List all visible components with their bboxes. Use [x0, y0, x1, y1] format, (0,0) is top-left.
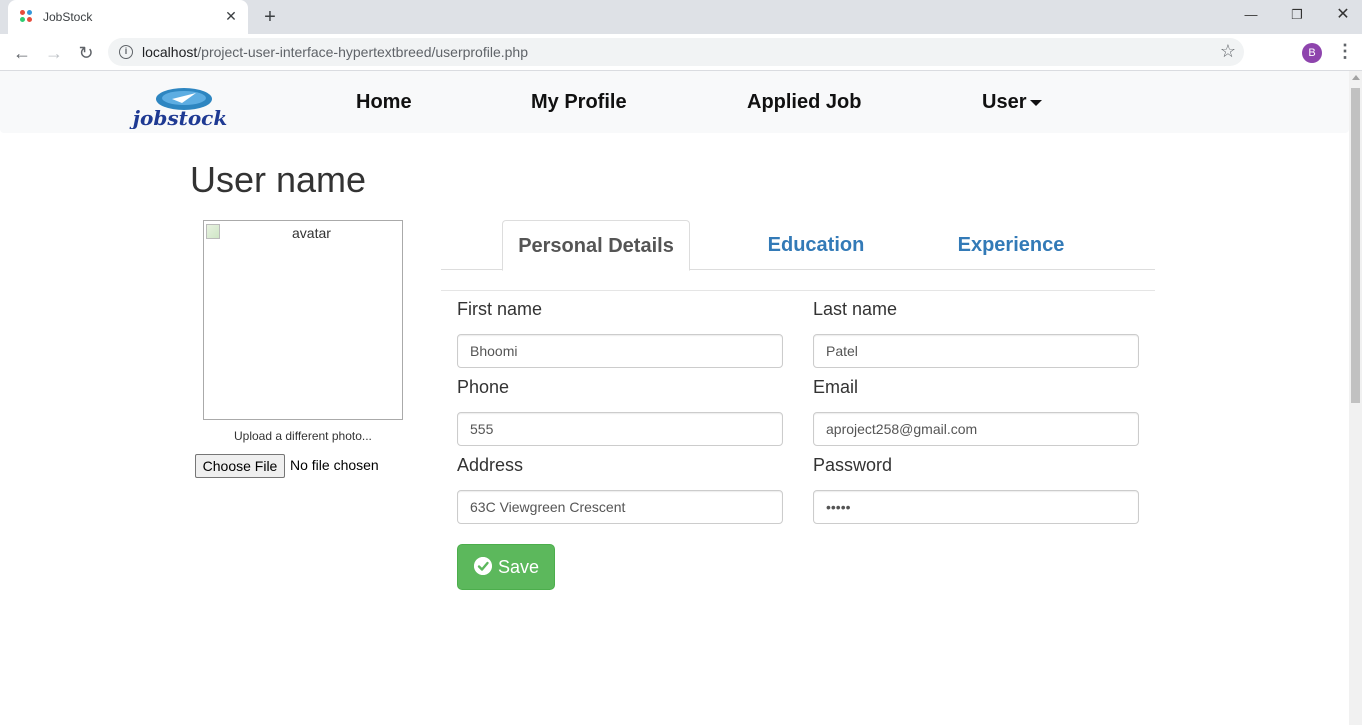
email-field[interactable] [813, 412, 1139, 446]
password-label: Password [813, 455, 893, 475]
profile-tabs: Personal Details Education Experience [441, 220, 1155, 271]
last-name-field[interactable] [813, 334, 1139, 368]
address-field[interactable] [457, 490, 783, 524]
jobstock-logo[interactable]: jobstock [112, 85, 252, 129]
scroll-up-arrow-icon[interactable] [1352, 75, 1360, 80]
url-host: localhost [142, 44, 198, 60]
reload-icon[interactable]: ↻ [72, 39, 100, 67]
close-window-icon[interactable]: ✕ [1320, 0, 1362, 30]
save-button[interactable]: Save [457, 544, 555, 590]
jobstock-favicon-icon [20, 10, 34, 24]
bookmark-star-icon[interactable]: ☆ [1220, 41, 1236, 62]
back-arrow-icon[interactable]: ← [8, 39, 36, 67]
tab-personal-details[interactable]: Personal Details [502, 220, 690, 271]
file-status-text: No file chosen [290, 457, 379, 473]
url-text[interactable]: localhost/project-user-interface-hyperte… [142, 44, 528, 60]
tab-experience[interactable]: Experience [936, 220, 1086, 270]
address-bar[interactable]: i localhost/project-user-interface-hyper… [108, 38, 1244, 66]
nav-home-link[interactable]: Home [356, 91, 412, 114]
browser-toolbar: ← → ↻ i localhost/project-user-interface… [0, 34, 1362, 71]
minimize-icon[interactable]: — [1228, 0, 1274, 30]
phone-label: Phone [457, 377, 510, 397]
first-name-field[interactable] [457, 334, 783, 368]
tab-title: JobStock [43, 10, 93, 24]
avatar-image: avatar [203, 220, 403, 420]
browser-tab[interactable]: JobStock ✕ [8, 0, 248, 34]
first-name-label: First name [457, 299, 543, 319]
upload-caption: Upload a different photo... [234, 429, 372, 443]
nav-my-profile-link[interactable]: My Profile [531, 91, 627, 114]
browser-menu-icon[interactable]: ⋮ [1336, 41, 1354, 62]
forward-arrow-icon[interactable]: → [40, 39, 68, 67]
avatar-alt-text: avatar [292, 225, 331, 241]
choose-file-button[interactable]: Choose File [195, 454, 285, 478]
scrollbar-thumb[interactable] [1351, 88, 1360, 403]
close-tab-icon[interactable]: ✕ [222, 7, 240, 25]
broken-image-icon [206, 224, 220, 239]
caret-down-icon [1030, 99, 1043, 106]
address-label: Address [457, 455, 524, 475]
browser-tabstrip: JobStock ✕ + — ❐ ✕ [0, 0, 1362, 34]
nav-applied-job-link[interactable]: Applied Job [747, 91, 861, 114]
page-title: User name [190, 159, 367, 200]
user-dropdown-label: User [982, 91, 1027, 113]
new-tab-icon[interactable]: + [258, 5, 282, 29]
phone-field[interactable] [457, 412, 783, 446]
site-navbar: jobstock Home My Profile Applied Job Use… [0, 71, 1349, 133]
save-label: Save [498, 557, 540, 577]
last-name-label: Last name [813, 299, 898, 319]
browser-profile-avatar[interactable]: B [1302, 43, 1322, 63]
password-field[interactable] [813, 490, 1139, 524]
page-scrollbar[interactable] [1349, 71, 1362, 725]
site-info-icon[interactable]: i [119, 45, 133, 59]
divider [441, 290, 1155, 291]
logo-text: jobstock [129, 106, 227, 129]
page-viewport: jobstock Home My Profile Applied Job Use… [0, 71, 1362, 725]
restore-icon[interactable]: ❐ [1274, 0, 1320, 30]
email-label: Email [813, 377, 859, 397]
nav-user-dropdown[interactable]: User [982, 91, 1043, 114]
check-circle-icon [474, 557, 492, 575]
tab-education[interactable]: Education [741, 220, 891, 270]
url-path: /project-user-interface-hypertextbreed/u… [197, 44, 528, 60]
